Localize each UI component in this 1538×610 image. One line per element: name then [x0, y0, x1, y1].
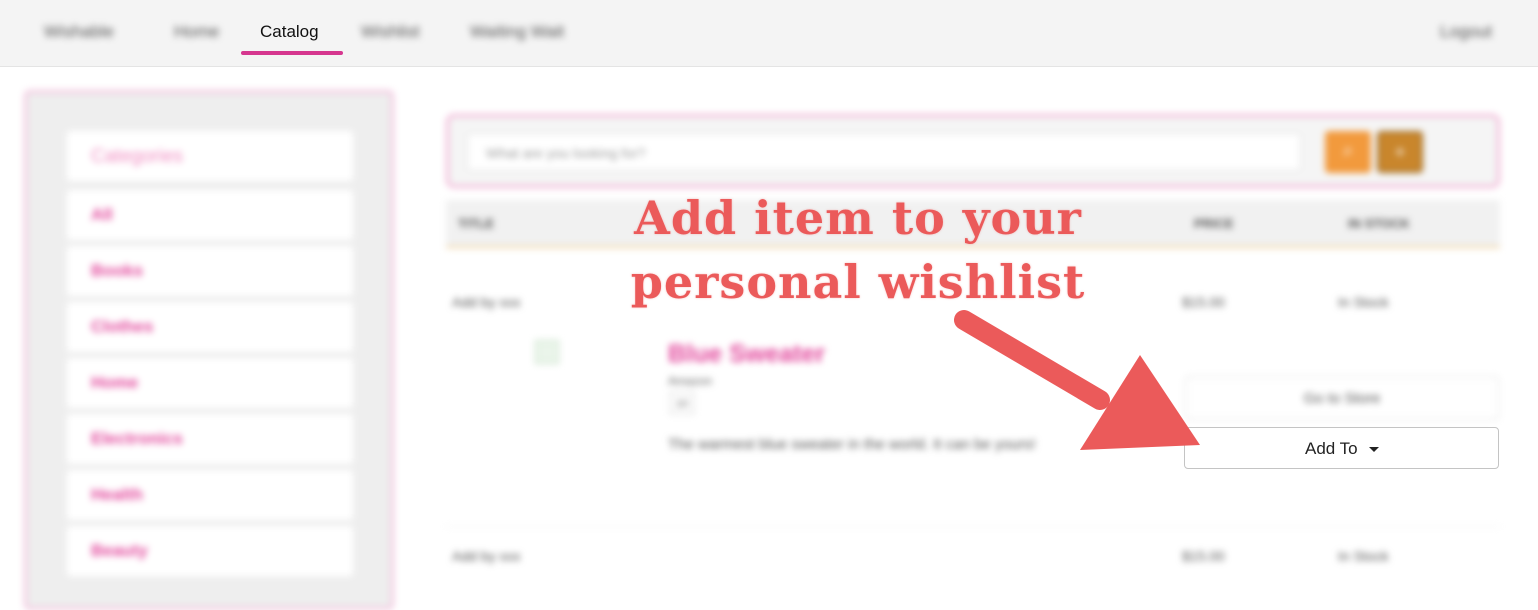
column-header-price[interactable]: PRICE — [1194, 216, 1234, 231]
annotation-arrow-icon — [954, 310, 1200, 450]
nav-wishlist[interactable]: Wishlist — [361, 22, 420, 42]
row-stock-status: In Stock — [1338, 548, 1389, 564]
nav-home[interactable]: Home — [174, 22, 219, 42]
category-item-beauty[interactable]: Beauty — [67, 526, 353, 576]
category-label: Home — [91, 373, 139, 392]
category-item-books[interactable]: Books — [67, 246, 353, 296]
category-label: All — [91, 205, 113, 224]
category-label: Electronics — [91, 429, 183, 448]
go-to-store-label: Go to Store — [1303, 390, 1381, 407]
search-button[interactable]: ⌕ — [1325, 131, 1371, 173]
search-input[interactable]: What are you looking for? — [467, 133, 1301, 171]
row-divider — [446, 526, 1500, 527]
search-panel: What are you looking for? ⌕ + — [446, 114, 1500, 188]
category-label: Beauty — [91, 541, 148, 560]
category-item-health[interactable]: Health — [67, 470, 353, 520]
row-stock-status: In Stock — [1338, 294, 1389, 310]
product-title[interactable]: Blue Sweater — [668, 340, 825, 369]
nav-catalog-label: Catalog — [260, 22, 319, 41]
nav-logout[interactable]: Logout — [1440, 22, 1492, 42]
category-item-home[interactable]: Home — [67, 358, 353, 408]
row-added-by: Add by xxx — [452, 548, 521, 564]
plus-icon: + — [1394, 142, 1406, 162]
caret-down-icon — [1369, 447, 1379, 452]
column-header-stock[interactable]: IN STOCK — [1348, 216, 1410, 231]
go-to-store-button[interactable]: Go to Store — [1185, 376, 1499, 420]
categories-heading-label: Categories — [91, 146, 183, 167]
nav-catalog-tab[interactable]: Catalog — [241, 0, 343, 66]
product-quantity[interactable]: 10 — [670, 392, 694, 414]
category-label: Clothes — [91, 317, 154, 336]
add-to-wishlist-dropdown[interactable]: Add To — [1184, 427, 1499, 469]
category-item-clothes[interactable]: Clothes — [67, 302, 353, 352]
tutorial-annotation: Add item to your personal wishlist — [548, 186, 1168, 314]
nav-waiting-list[interactable]: Waiting Wait — [470, 22, 564, 42]
search-placeholder: What are you looking for? — [486, 145, 646, 161]
active-tab-indicator — [241, 51, 343, 55]
top-navbar: Wishable Home Wishlist Waiting Wait Logo… — [0, 0, 1538, 67]
annotation-line-1: Add item to your — [634, 191, 1082, 245]
category-item-electronics[interactable]: Electronics — [67, 414, 353, 464]
add-to-label: Add To — [1305, 439, 1358, 458]
product-store: Amazon — [668, 374, 713, 388]
brand-logo[interactable]: Wishable — [44, 22, 114, 42]
row-price: $15.00 — [1182, 548, 1225, 564]
column-header-title[interactable]: TITLE — [458, 216, 494, 231]
product-image[interactable] — [535, 340, 559, 364]
category-sidebar: Categories All Books Clothes Home Electr… — [24, 90, 394, 610]
search-icon: ⌕ — [1342, 140, 1354, 160]
add-item-button[interactable]: + — [1377, 131, 1423, 173]
row-added-by: Add by xxx — [452, 294, 521, 310]
categories-heading: Categories — [67, 131, 353, 181]
category-label: Health — [91, 485, 143, 504]
category-label: Books — [91, 261, 143, 280]
category-item-all[interactable]: All — [67, 190, 353, 240]
